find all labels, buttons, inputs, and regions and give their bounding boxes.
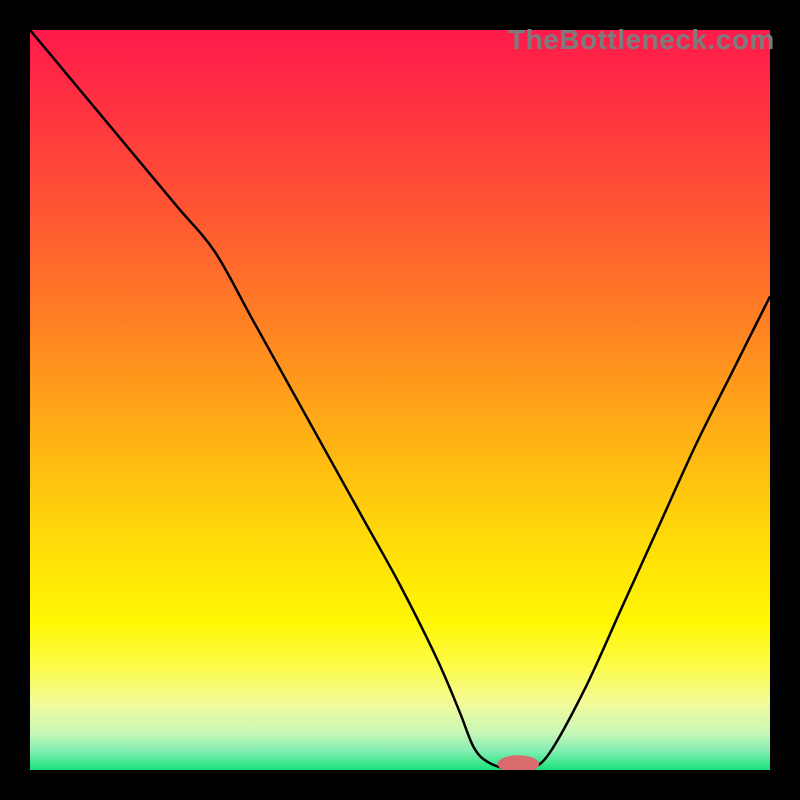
chart-frame: TheBottleneck.com <box>0 0 800 800</box>
plot-svg <box>30 30 770 770</box>
gradient-background <box>30 30 770 770</box>
watermark-text: TheBottleneck.com <box>508 24 775 56</box>
plot-area <box>30 30 770 770</box>
